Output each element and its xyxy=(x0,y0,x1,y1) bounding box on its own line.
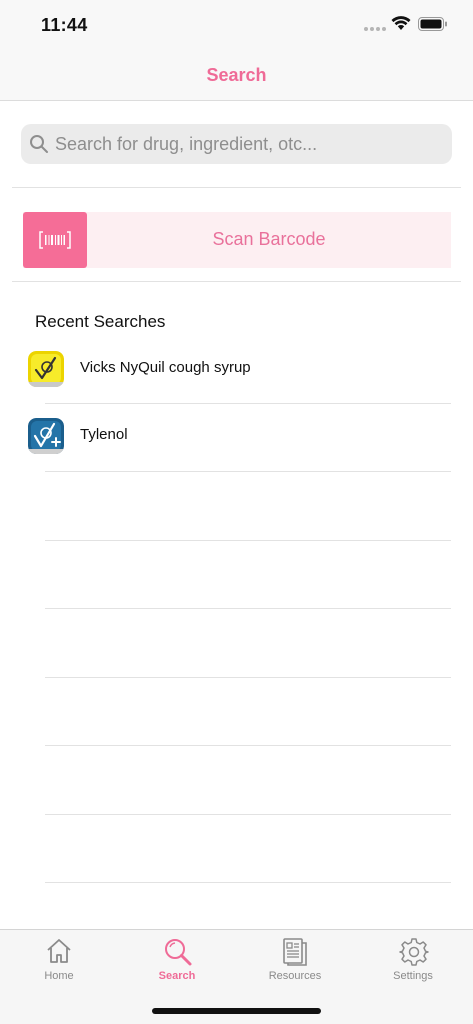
empty-row-divider xyxy=(45,814,451,815)
tab-home-label: Home xyxy=(44,970,74,982)
status-time: 11:44 xyxy=(41,15,88,35)
status-bar: 11:44 xyxy=(0,0,473,52)
tab-resources[interactable]: Resources xyxy=(236,930,354,990)
search-input[interactable] xyxy=(55,124,445,164)
scan-barcode-label: Scan Barcode xyxy=(212,229,326,249)
home-icon xyxy=(47,939,71,963)
recent-search-item[interactable]: Tylenol xyxy=(0,418,473,486)
search-field[interactable] xyxy=(21,124,452,164)
document-icon xyxy=(283,938,307,966)
wifi-icon xyxy=(391,16,411,30)
tab-resources-label: Resources xyxy=(268,970,322,982)
cellular-signal-icon xyxy=(364,27,386,31)
empty-row-divider xyxy=(45,540,451,541)
barcode-icon xyxy=(39,231,71,249)
yellow-check-badge-icon xyxy=(28,351,64,387)
magnifier-icon xyxy=(165,939,192,966)
navigation-bar: Search xyxy=(0,52,473,101)
home-indicator[interactable] xyxy=(152,1008,321,1014)
battery-icon xyxy=(418,17,447,31)
empty-row-divider xyxy=(45,608,451,609)
tab-home[interactable]: Home xyxy=(0,930,118,990)
scan-icon-box xyxy=(23,212,87,268)
blue-check-plus-badge-icon xyxy=(28,418,64,454)
recent-search-item[interactable]: Vicks NyQuil cough syrup xyxy=(0,351,473,419)
divider xyxy=(12,187,461,188)
recent-search-label: Tylenol xyxy=(80,426,128,443)
tab-settings-label: Settings xyxy=(393,970,433,982)
recent-search-label: Vicks NyQuil cough syrup xyxy=(80,359,251,376)
search-icon xyxy=(30,135,48,153)
empty-row-divider xyxy=(45,882,451,883)
page-title: Search xyxy=(206,65,267,85)
empty-row-divider xyxy=(45,745,451,746)
tab-search-label: Search xyxy=(158,970,196,982)
gear-icon xyxy=(399,938,429,966)
divider xyxy=(45,403,451,404)
tab-settings[interactable]: Settings xyxy=(354,930,472,990)
divider xyxy=(45,471,451,472)
scan-barcode-button[interactable]: Scan Barcode xyxy=(23,212,451,268)
tab-search[interactable]: Search xyxy=(118,930,236,990)
empty-row-divider xyxy=(45,677,451,678)
recent-searches-heading: Recent Searches xyxy=(35,312,166,331)
divider xyxy=(12,281,461,282)
